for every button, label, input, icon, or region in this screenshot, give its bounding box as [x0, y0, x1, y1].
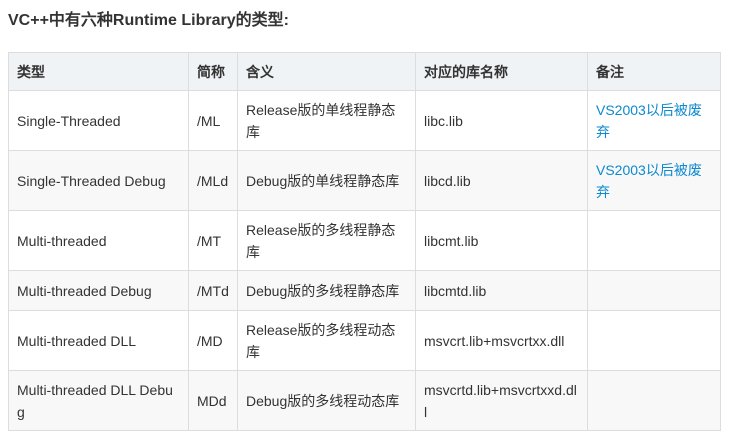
header-meaning: 含义 — [237, 52, 416, 91]
cell-abbreviation: MDd — [188, 370, 238, 431]
table-row: Single-Threaded Debug /MLd Debug版的单线程静态库… — [8, 150, 721, 211]
table-row: Multi-threaded Debug /MTd Debug版的多线程静态库 … — [8, 270, 721, 311]
cell-abbreviation: /MT — [188, 210, 238, 271]
cell-meaning: Debug版的多线程动态库 — [237, 370, 416, 431]
table-row: Multi-threaded DLL /MD Release版的多线程动态库 m… — [8, 310, 721, 371]
cell-type: Multi-threaded DLL — [8, 310, 189, 371]
table-row: Multi-threaded /MT Release版的多线程静态库 libcm… — [8, 210, 721, 271]
table-row: Single-Threaded /ML Release版的单线程静态库 libc… — [8, 90, 721, 151]
cell-abbreviation: /MLd — [188, 150, 238, 211]
cell-library-name: libcd.lib — [415, 150, 588, 211]
cell-library-name: msvcrtd.lib+msvcrtxxd.dll — [415, 370, 588, 431]
cell-remarks — [587, 370, 721, 431]
cell-abbreviation: /ML — [188, 90, 238, 151]
cell-library-name: libcmt.lib — [415, 210, 588, 271]
cell-type: Multi-threaded DLL Debug — [8, 370, 189, 431]
table-header-row: 类型 简称 含义 对应的库名称 备注 — [8, 52, 721, 91]
header-type: 类型 — [8, 52, 189, 91]
cell-type: Multi-threaded Debug — [8, 270, 189, 311]
cell-type: Multi-threaded — [8, 210, 189, 271]
cell-meaning: Release版的单线程静态库 — [237, 90, 416, 151]
cell-type: Single-Threaded Debug — [8, 150, 189, 211]
cell-library-name: libcmtd.lib — [415, 270, 588, 311]
cell-abbreviation: /MD — [188, 310, 238, 371]
cell-meaning: Release版的多线程动态库 — [237, 310, 416, 371]
cell-library-name: libc.lib — [415, 90, 588, 151]
header-abbreviation: 简称 — [188, 52, 238, 91]
cell-abbreviation: /MTd — [188, 270, 238, 311]
cell-meaning: Release版的多线程静态库 — [237, 210, 416, 271]
cell-remarks: VS2003以后被废弃 — [587, 90, 721, 151]
cell-meaning: Debug版的单线程静态库 — [237, 150, 416, 211]
header-library-name: 对应的库名称 — [415, 52, 588, 91]
header-remarks: 备注 — [587, 52, 721, 91]
cell-remarks — [587, 310, 721, 371]
cell-meaning: Debug版的多线程静态库 — [237, 270, 416, 311]
cell-remarks — [587, 270, 721, 311]
table-row: Multi-threaded DLL Debug MDd Debug版的多线程动… — [8, 370, 721, 431]
page-heading: VC++中有六种Runtime Library的类型: — [8, 12, 289, 29]
runtime-library-table: 类型 简称 含义 对应的库名称 备注 Single-Threaded /ML R… — [8, 52, 721, 431]
cell-remarks: VS2003以后被废弃 — [587, 150, 721, 211]
cell-remarks — [587, 210, 721, 271]
cell-library-name: msvcrt.lib+msvcrtxx.dll — [415, 310, 588, 371]
cell-type: Single-Threaded — [8, 90, 189, 151]
